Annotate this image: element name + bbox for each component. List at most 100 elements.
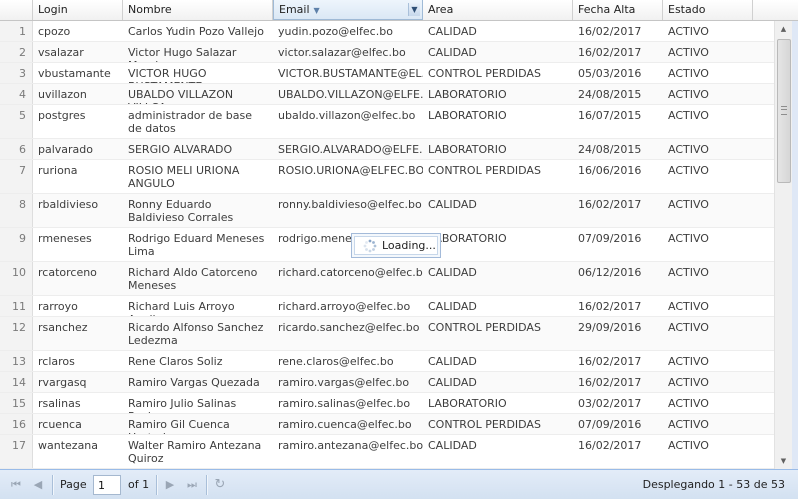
table-row[interactable]: 7 ruriona ROSIO MELI URIONA ANGULO ROSIO.UR…	[0, 160, 774, 194]
loading-mask: Loading...	[351, 233, 441, 258]
page-number-input[interactable]	[93, 475, 121, 495]
cell-area: CALIDAD	[428, 355, 477, 368]
cell-estado: ACTIVO	[668, 266, 709, 279]
table-row[interactable]: 16 rcuenca Ramiro Gil Cuenca Hurtado ramiro…	[0, 414, 774, 435]
cell-nombre: SERGIO ALVARADO	[128, 143, 233, 156]
table-row[interactable]: 11 rarroyo Richard Luis Arroyo Aguilar rich…	[0, 296, 774, 317]
cell-estado: ACTIVO	[668, 418, 709, 431]
cell-estado: ACTIVO	[668, 164, 709, 177]
cell-login: postgres	[38, 109, 86, 122]
row-number: 15	[0, 393, 33, 413]
panel-border	[792, 21, 798, 469]
cell-nombre: Richard Aldo Catorceno Meneses	[128, 266, 258, 292]
cell-login: rmeneses	[38, 232, 92, 245]
cell-estado: ACTIVO	[668, 46, 709, 59]
column-menu-trigger-icon[interactable]: ▼	[408, 3, 420, 16]
cell-fecha: 16/06/2016	[578, 164, 642, 177]
cell-estado: ACTIVO	[668, 321, 709, 334]
cell-area: CONTROL PERDIDAS	[428, 418, 541, 431]
table-row[interactable]: 4 uvillazon UBALDO VILLAZON VILLCA UBALDO.V…	[0, 84, 774, 105]
toolbar-separator	[206, 475, 208, 495]
cell-fecha: 16/02/2017	[578, 300, 642, 313]
cell-email: UBALDO.VILLAZON@ELFE...	[278, 88, 423, 101]
header-area[interactable]: Area	[423, 0, 573, 20]
toolbar-separator	[156, 475, 158, 495]
table-row[interactable]: 17 wantezana Walter Ramiro Antezana Quiroz…	[0, 435, 774, 469]
last-page-icon[interactable]: ⏭	[184, 477, 200, 493]
vertical-scrollbar[interactable]: ▲ ▼	[774, 21, 792, 469]
cell-login: rarroyo	[38, 300, 78, 313]
table-row[interactable]: 5 postgres administrador de base de datos u…	[0, 105, 774, 139]
cell-email: victor.salazar@elfec.bo	[278, 46, 406, 59]
cell-fecha: 24/08/2015	[578, 143, 642, 156]
table-row[interactable]: 3 vbustamante VICTOR HUGO BUSTAMENTE VICTOR…	[0, 63, 774, 84]
header-nombre[interactable]: Nombre	[123, 0, 273, 20]
header-email-label: Email	[279, 3, 310, 16]
cell-area: CONTROL PERDIDAS	[428, 321, 541, 334]
cell-fecha: 16/07/2015	[578, 109, 642, 122]
cell-area: LABORATORIO	[428, 232, 507, 245]
paging-toolbar: ⏮ ◀ Page of 1 ▶ ⏭ ↻ Desplegando 1 - 53 d…	[0, 469, 798, 499]
table-row[interactable]: 1 cpozo Carlos Yudin Pozo Vallejo yudin.poz…	[0, 21, 774, 42]
cell-fecha: 16/02/2017	[578, 355, 642, 368]
cell-email: rene.claros@elfec.bo	[278, 355, 394, 368]
cell-area: CALIDAD	[428, 376, 477, 389]
cell-login: rcatorceno	[38, 266, 97, 279]
cell-area: CALIDAD	[428, 198, 477, 211]
header-fecha-alta-label: Fecha Alta	[578, 3, 636, 16]
cell-area: LABORATORIO	[428, 397, 507, 410]
cell-email: ronny.baldivieso@elfec.bo	[278, 198, 422, 211]
header-fecha-alta[interactable]: Fecha Alta	[573, 0, 663, 20]
header-email[interactable]: Email ▼ ▼	[273, 0, 423, 20]
first-page-icon[interactable]: ⏮	[8, 477, 24, 493]
row-number: 2	[0, 42, 33, 62]
cell-fecha: 16/02/2017	[578, 198, 642, 211]
cell-email: yudin.pozo@elfec.bo	[278, 25, 393, 38]
cell-nombre: Ramiro Julio Salinas Rocha	[128, 397, 237, 413]
cell-estado: ACTIVO	[668, 88, 709, 101]
scroll-up-icon[interactable]: ▲	[775, 21, 792, 37]
cell-estado: ACTIVO	[668, 355, 709, 368]
cell-login: rvargasq	[38, 376, 87, 389]
scrollbar-thumb[interactable]	[777, 39, 791, 183]
cell-email: VICTOR.BUSTAMANTE@EL...	[278, 67, 423, 80]
cell-area: LABORATORIO	[428, 109, 507, 122]
cell-area: CALIDAD	[428, 266, 477, 279]
cell-area: CONTROL PERDIDAS	[428, 164, 541, 177]
table-row[interactable]: 2 vsalazar Victor Hugo Salazar Mendez victo…	[0, 42, 774, 63]
table-row[interactable]: 14 rvargasq Ramiro Vargas Quezada ramiro.va…	[0, 372, 774, 393]
table-row[interactable]: 10 rcatorceno Richard Aldo Catorceno Menes…	[0, 262, 774, 296]
prev-page-icon[interactable]: ◀	[30, 477, 46, 493]
table-row[interactable]: 12 rsanchez Ricardo Alfonso Sanchez Ledezm…	[0, 317, 774, 351]
header-login[interactable]: Login	[33, 0, 123, 20]
cell-estado: ACTIVO	[668, 25, 709, 38]
table-row[interactable]: 8 rbaldivieso Ronny Eduardo Baldivieso Cor…	[0, 194, 774, 228]
cell-nombre: Ramiro Gil Cuenca Hurtado	[128, 418, 230, 434]
row-number: 5	[0, 105, 33, 138]
cell-nombre: Walter Ramiro Antezana Quiroz	[128, 439, 262, 465]
refresh-icon[interactable]: ↻	[212, 477, 228, 493]
cell-nombre: VICTOR HUGO BUSTAMENTE	[128, 67, 207, 83]
row-number: 16	[0, 414, 33, 434]
cell-email: ricardo.sanchez@elfec.bo	[278, 321, 420, 334]
cell-email: ramiro.vargas@elfec.bo	[278, 376, 410, 389]
table-row[interactable]: 15 rsalinas Ramiro Julio Salinas Rocha rami…	[0, 393, 774, 414]
next-page-icon[interactable]: ▶	[162, 477, 178, 493]
cell-fecha: 03/02/2017	[578, 397, 642, 410]
row-number: 13	[0, 351, 33, 371]
page-label: Page	[60, 478, 87, 491]
table-row[interactable]: 6 palvarado SERGIO ALVARADO SERGIO.ALVARADO…	[0, 139, 774, 160]
row-number: 4	[0, 84, 33, 104]
scroll-down-icon[interactable]: ▼	[775, 453, 792, 469]
row-number: 12	[0, 317, 33, 350]
table-row[interactable]: 13 rclaros Rene Claros Soliz rene.claros@el…	[0, 351, 774, 372]
cell-nombre: UBALDO VILLAZON VILLCA	[128, 88, 234, 104]
cell-nombre: Richard Luis Arroyo Aguilar	[128, 300, 235, 316]
cell-email: ubaldo.villazon@elfec.bo	[278, 109, 416, 122]
header-nombre-label: Nombre	[128, 3, 172, 16]
cell-nombre: administrador de base de datos	[128, 109, 253, 135]
cell-login: vsalazar	[38, 46, 84, 59]
header-estado[interactable]: Estado	[663, 0, 753, 20]
cell-login: rcuenca	[38, 418, 82, 431]
cell-fecha: 16/02/2017	[578, 25, 642, 38]
